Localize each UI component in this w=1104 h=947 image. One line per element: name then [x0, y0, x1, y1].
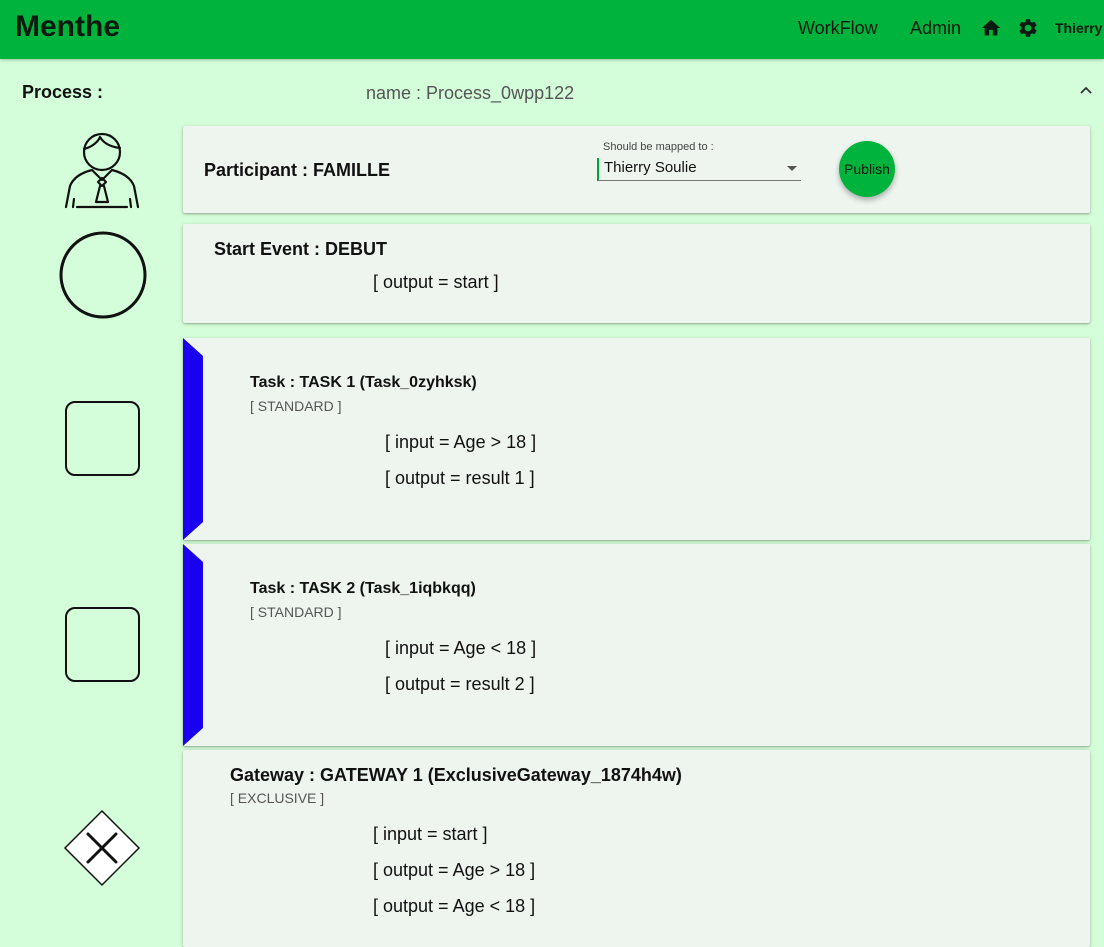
task-output: [ output = result 2 ]	[385, 674, 535, 694]
task-title: Task : TASK 1 (Task_0zyhksk)	[250, 374, 477, 391]
gateway-input: [ input = start ]	[373, 824, 488, 844]
participant-mapping-select[interactable]: Thierry Soulie	[597, 158, 801, 181]
task-title: Task : TASK 2 (Task_1iqbkqq)	[250, 580, 476, 597]
process-name: name : Process_0wpp122	[366, 83, 575, 103]
task-icon	[65, 401, 140, 476]
chevron-up-icon[interactable]	[1078, 82, 1094, 98]
top-app-bar: Menthe WorkFlow Admin Thierry	[0, 0, 1104, 59]
process-label: Process :	[22, 82, 104, 102]
task-marker	[183, 544, 203, 746]
participant-card: Participant : FAMILLE Should be mapped t…	[183, 126, 1090, 213]
start-event-card: Start Event : DEBUT [ output = start ]	[183, 224, 1090, 323]
mapping-value: Thierry Soulie	[604, 159, 697, 176]
mapping-label: Should be mapped to :	[603, 141, 714, 153]
participant-icon	[64, 132, 140, 209]
app-brand[interactable]: Menthe	[15, 10, 120, 44]
home-icon[interactable]	[980, 17, 1002, 39]
gateway-type: [ EXCLUSIVE ]	[230, 790, 325, 806]
task-type: [ STANDARD ]	[250, 604, 342, 620]
task-output: [ output = result 1 ]	[385, 468, 535, 488]
chevron-down-icon	[787, 166, 797, 171]
start-event-icon	[59, 231, 147, 319]
participant-title: Participant : FAMILLE	[204, 160, 391, 180]
task-icon	[65, 607, 140, 682]
publish-button[interactable]: Publish	[839, 141, 895, 197]
exclusive-gateway-icon	[63, 809, 141, 887]
nav-workflow-link[interactable]: WorkFlow	[798, 18, 878, 39]
task-input: [ input = Age < 18 ]	[385, 638, 537, 658]
gear-icon[interactable]	[1017, 17, 1039, 39]
task-input: [ input = Age > 18 ]	[385, 432, 537, 452]
task-marker	[183, 338, 203, 540]
start-event-title: Start Event : DEBUT	[214, 239, 388, 259]
task-card: Task : TASK 2 (Task_1iqbkqq) [ STANDARD …	[183, 544, 1090, 746]
start-event-output: [ output = start ]	[373, 272, 499, 292]
gateway-output: [ output = Age < 18 ]	[373, 896, 536, 916]
nav-admin-link[interactable]: Admin	[910, 18, 961, 39]
task-card: Task : TASK 1 (Task_0zyhksk) [ STANDARD …	[183, 338, 1090, 540]
task-type: [ STANDARD ]	[250, 398, 342, 414]
user-menu[interactable]: Thierry	[1055, 20, 1102, 36]
gateway-output: [ output = Age > 18 ]	[373, 860, 536, 880]
gateway-title: Gateway : GATEWAY 1 (ExclusiveGateway_18…	[230, 765, 682, 785]
gateway-card: Gateway : GATEWAY 1 (ExclusiveGateway_18…	[183, 750, 1090, 947]
